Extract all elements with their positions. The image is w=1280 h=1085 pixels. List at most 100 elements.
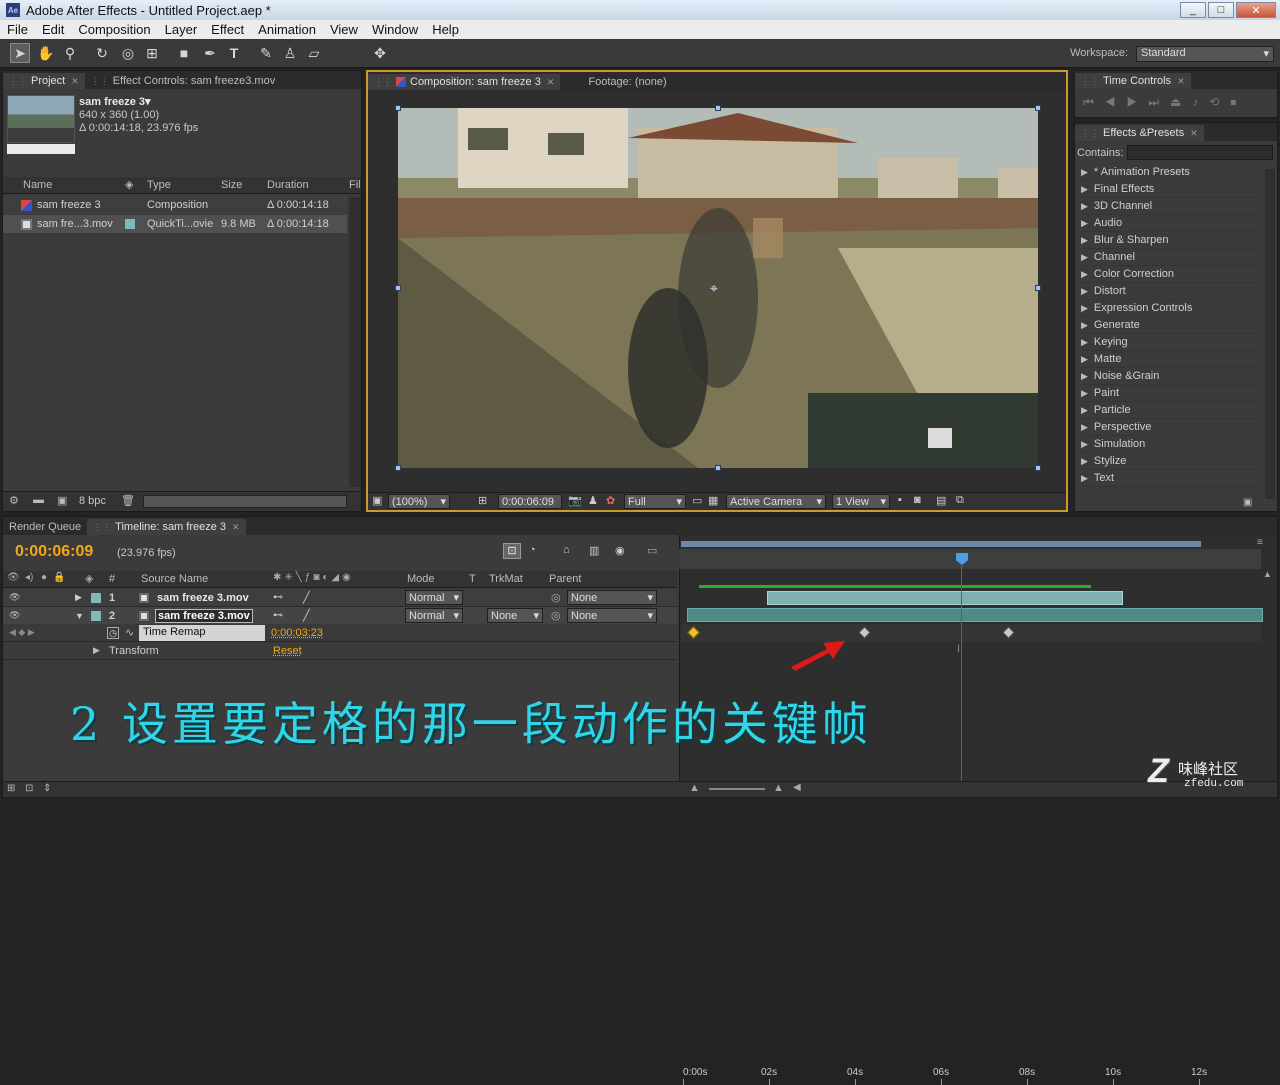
menu-file[interactable]: File: [0, 22, 35, 37]
camera-select[interactable]: Active Camera ▾: [726, 494, 826, 509]
time-remap-row[interactable]: ◀ ◆ ▶ ◷ ∿ Time Remap 0:00:03:23: [3, 624, 677, 642]
transform-handle[interactable]: [1035, 105, 1041, 111]
new-comp-icon[interactable]: ▣: [57, 494, 67, 507]
effects-category[interactable]: ▶ Simulation: [1075, 436, 1261, 453]
expand-arrow-icon[interactable]: ▶: [1081, 269, 1088, 280]
close-icon[interactable]: ✕: [71, 76, 79, 87]
expand-arrow-icon[interactable]: ▶: [1081, 405, 1088, 416]
trash-icon[interactable]: 🗑: [121, 494, 135, 507]
menu-window[interactable]: Window: [365, 22, 425, 37]
expand-arrow-icon[interactable]: ▶: [1081, 252, 1088, 263]
frame-blending-icon[interactable]: ▥: [589, 544, 599, 557]
toggle-modes-icon[interactable]: ⊡: [25, 783, 33, 794]
brush-tool-icon[interactable]: ✎: [256, 43, 276, 63]
layer-trkmat-select[interactable]: None ▾: [487, 608, 543, 623]
close-icon[interactable]: ✕: [232, 522, 240, 533]
layer-name-field[interactable]: sam freeze 3.mov: [155, 608, 253, 623]
scroll-up-icon[interactable]: ▲: [1263, 569, 1275, 581]
shy-icon[interactable]: ⊷: [273, 592, 283, 603]
lock-icon[interactable]: 🔒: [53, 572, 65, 583]
pickwhip-icon[interactable]: ◎: [551, 609, 561, 622]
time-ruler[interactable]: [679, 549, 1261, 569]
layer-bar-1[interactable]: [767, 591, 1123, 605]
menu-edit[interactable]: Edit: [35, 22, 71, 37]
tab-timeline[interactable]: ⋮⋮ Timeline: sam freeze 3 ✕: [87, 519, 246, 535]
label-icon[interactable]: ◈: [85, 572, 93, 585]
comp-mini-flowchart-icon[interactable]: ⊡: [503, 543, 521, 559]
interpret-footage-icon[interactable]: ⚙: [9, 494, 19, 507]
layer-row-2[interactable]: 👁 ▼ 2 sam freeze 3.mov ⊷ ╱ Normal ▾ None ▾…: [3, 607, 677, 625]
menu-composition[interactable]: Composition: [71, 22, 157, 37]
workspace-select[interactable]: Standard ▾: [1136, 46, 1274, 62]
close-button[interactable]: ✕: [1236, 2, 1276, 18]
region-of-interest-icon[interactable]: ▭: [692, 494, 702, 507]
effects-category[interactable]: ▶ Generate: [1075, 317, 1261, 334]
views-select[interactable]: 1 View ▾: [832, 494, 890, 509]
pan-behind-tool-icon[interactable]: ⊞: [142, 43, 162, 63]
eye-icon[interactable]: 👁: [9, 610, 20, 621]
project-row-footage[interactable]: sam fre...3.mov QuickTi...ovie 9.8 MB Δ …: [3, 215, 347, 233]
effects-scrollbar[interactable]: [1265, 169, 1275, 499]
expand-arrow-icon[interactable]: ▶: [1081, 388, 1088, 399]
current-time-field[interactable]: 0:00:06:09: [498, 494, 562, 509]
expand-arrow-icon[interactable]: ▶: [1081, 303, 1088, 314]
layer-name[interactable]: sam freeze 3.mov: [157, 592, 249, 604]
tab-footage[interactable]: Footage: (none): [582, 74, 672, 90]
col-parent[interactable]: Parent: [549, 573, 581, 585]
graph-icon[interactable]: ∿: [125, 626, 134, 639]
toggle-switches-icon[interactable]: ⊞: [7, 783, 15, 794]
label-icon[interactable]: ◈: [125, 178, 133, 191]
flowchart-icon[interactable]: ⧉: [956, 494, 964, 507]
label-swatch[interactable]: [91, 610, 101, 621]
audio-icon[interactable]: ◂): [25, 572, 33, 583]
resolution-select[interactable]: Full ▾: [624, 494, 686, 509]
hand-tool-icon[interactable]: ✋: [36, 43, 56, 63]
effects-category[interactable]: ▶ Expression Controls: [1075, 300, 1261, 317]
menu-view[interactable]: View: [323, 22, 365, 37]
effects-search-input[interactable]: [1127, 145, 1273, 160]
keyframe-navigator-icon[interactable]: ◀ ◆ ▶: [9, 627, 35, 638]
zoom-tool-icon[interactable]: ⚲: [60, 43, 80, 63]
zoom-out-icon[interactable]: ▲: [689, 782, 700, 794]
solo-icon[interactable]: ●: [41, 572, 47, 583]
effects-category[interactable]: ▶ Perspective: [1075, 419, 1261, 436]
timeline-current-time[interactable]: 0:00:06:09: [15, 543, 93, 561]
bit-depth[interactable]: 8 bpc: [79, 495, 106, 507]
type-tool-icon[interactable]: T: [224, 43, 244, 63]
expand-arrow-icon[interactable]: ▶: [1081, 184, 1088, 195]
time-navigator-bar[interactable]: [681, 541, 1201, 547]
effects-category[interactable]: ▶ Noise &Grain: [1075, 368, 1261, 385]
orbit-camera-tool-icon[interactable]: ◎: [118, 43, 138, 63]
new-folder-icon[interactable]: ▬: [33, 494, 44, 506]
keyframe-track[interactable]: [681, 624, 1261, 642]
expand-arrow-icon[interactable]: ▶: [1081, 320, 1088, 331]
expand-arrow-icon[interactable]: ▶: [1081, 235, 1088, 246]
project-scrollbar[interactable]: [349, 197, 361, 487]
zoom-slider[interactable]: [709, 788, 765, 790]
effects-category[interactable]: ▶ Audio: [1075, 215, 1261, 232]
expand-arrow-icon[interactable]: ▶: [1081, 218, 1088, 229]
layer-parent-select[interactable]: None ▾: [567, 608, 657, 623]
shy-icon[interactable]: ⊷: [273, 610, 283, 621]
rotate-tool-icon[interactable]: ↻: [92, 43, 112, 63]
channel-icon[interactable]: ✿: [606, 494, 615, 507]
effects-category[interactable]: ▶ Stylize: [1075, 453, 1261, 470]
effects-category[interactable]: ▶ Final Effects: [1075, 181, 1261, 198]
layer-parent-select[interactable]: None ▾: [567, 590, 657, 605]
expand-arrow-icon[interactable]: ▶: [1081, 337, 1088, 348]
expand-arrow-icon[interactable]: ▶: [1081, 354, 1088, 365]
transform-handle[interactable]: [715, 105, 721, 111]
transport-controls[interactable]: ⏮◀▶⏭⏏♪⟲⏹: [1083, 95, 1247, 110]
effects-category[interactable]: ▶ Channel: [1075, 249, 1261, 266]
maximize-button[interactable]: □: [1208, 2, 1234, 18]
transform-handle[interactable]: [715, 465, 721, 471]
effects-category[interactable]: ▶ Paint: [1075, 385, 1261, 402]
transform-row[interactable]: ▶ Transform Reset: [3, 642, 677, 660]
draft-3d-icon[interactable]: ⌂: [563, 544, 570, 556]
toggle-in-out-icon[interactable]: ⇕: [43, 783, 51, 794]
puppet-tool-icon[interactable]: ✥: [370, 43, 390, 63]
eraser-tool-icon[interactable]: ▱: [304, 43, 324, 63]
transform-handle[interactable]: [1035, 285, 1041, 291]
expand-arrow-icon[interactable]: ▶: [1081, 371, 1088, 382]
switches-icons[interactable]: ✱✳╲ƒ◙◐◢◉: [273, 572, 354, 583]
